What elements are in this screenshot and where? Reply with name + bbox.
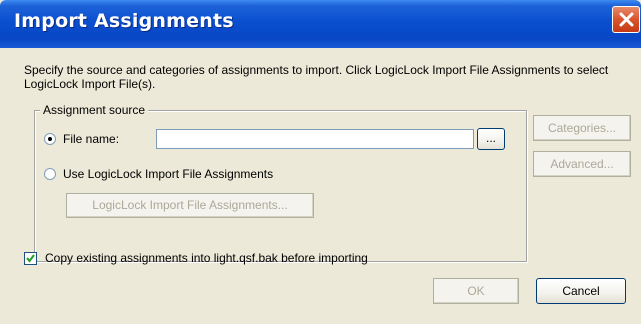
logiclock-radio[interactable] [44, 168, 56, 180]
title-bar[interactable]: Import Assignments [0, 0, 641, 48]
copy-assignments-label: Copy existing assignments into light.qsf… [45, 251, 368, 265]
close-icon [619, 12, 634, 27]
browse-button[interactable]: ... [477, 128, 505, 150]
categories-button[interactable]: Categories... [533, 115, 631, 141]
file-name-label: File name: [63, 132, 120, 146]
close-button[interactable] [612, 6, 640, 33]
instruction-text: Specify the source and categories of ass… [24, 63, 609, 91]
checkmark-icon [26, 254, 35, 263]
file-name-radio[interactable] [44, 133, 56, 145]
dialog-body: Specify the source and categories of ass… [0, 48, 641, 324]
logiclock-option-label: Use LogicLock Import File Assignments [63, 167, 274, 181]
cancel-button[interactable]: Cancel [536, 278, 626, 304]
copy-assignments-checkbox[interactable] [24, 252, 37, 265]
assignment-source-legend: Assignment source [40, 103, 149, 117]
logiclock-import-button[interactable]: LogicLock Import File Assignments... [66, 193, 314, 218]
file-name-input[interactable] [156, 129, 474, 149]
advanced-button[interactable]: Advanced... [533, 151, 631, 177]
ok-button[interactable]: OK [433, 278, 519, 304]
window-title: Import Assignments [14, 10, 234, 32]
